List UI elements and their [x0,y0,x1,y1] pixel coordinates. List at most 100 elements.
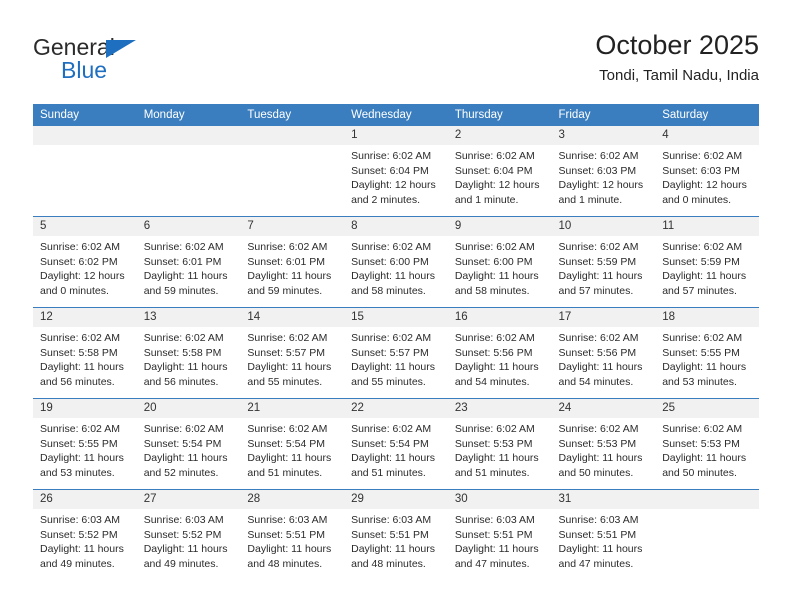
daylight-text: Daylight: 11 hours and 51 minutes. [247,452,332,479]
calendar-day-cell[interactable]: 26 Sunrise: 6:03 AM Sunset: 5:52 PM Dayligh… [33,489,137,580]
calendar-day-cell[interactable]: 25 Sunrise: 6:02 AM Sunset: 5:53 PM Dayligh… [655,398,759,490]
sunset-text: Sunset: 5:51 PM [454,528,533,541]
sunset-text: Sunset: 5:53 PM [662,437,740,450]
day-info: Sunrise: 6:02 AM Sunset: 6:03 PM Daylight:… [655,145,759,207]
calendar-day-cell[interactable]: 11 Sunrise: 6:02 AM Sunset: 5:59 PM Dayligh… [655,216,759,308]
sunrise-text: Sunrise: 6:02 AM [454,241,535,253]
calendar-day-cell[interactable]: 20 Sunrise: 6:02 AM Sunset: 5:54 PM Dayligh… [136,398,241,490]
day-number: 14 [240,308,345,327]
month-calendar: Sunday Monday Tuesday Wednesday Thursday… [33,104,759,580]
calendar-day-cell[interactable]: 3 Sunrise: 6:02 AM Sunset: 6:03 PM Daylight… [551,126,656,217]
daylight-text: Daylight: 11 hours and 59 minutes. [143,270,228,297]
day-number: 29 [344,490,448,509]
day-number [136,126,241,145]
day-number: 3 [551,126,656,145]
sunrise-text: Sunrise: 6:02 AM [247,241,328,253]
daylight-text: Daylight: 11 hours and 55 minutes. [247,361,332,388]
sunrise-text: Sunrise: 6:03 AM [143,514,224,526]
day-number: 23 [447,399,552,418]
day-number [33,126,137,145]
sunset-text: Sunset: 5:53 PM [454,437,533,450]
daylight-text: Daylight: 12 hours and 0 minutes. [662,179,747,206]
day-info: Sunrise: 6:03 AM Sunset: 5:51 PM Daylight:… [552,509,656,571]
day-info: Sunrise: 6:02 AM Sunset: 5:56 PM Daylight:… [552,327,656,389]
day-number: 21 [240,399,345,418]
daylight-text: Daylight: 11 hours and 48 minutes. [247,543,332,570]
calendar-day-cell[interactable]: 14 Sunrise: 6:02 AM Sunset: 5:57 PM Dayligh… [240,307,345,399]
day-number: 1 [344,126,448,145]
calendar-day-cell[interactable]: 18 Sunrise: 6:02 AM Sunset: 5:55 PM Dayligh… [655,307,759,399]
weekday-header-tuesday: Tuesday [240,104,345,126]
daylight-text: Daylight: 11 hours and 58 minutes. [351,270,435,297]
day-number: 20 [136,399,241,418]
calendar-day-cell[interactable]: 10 Sunrise: 6:02 AM Sunset: 5:59 PM Dayligh… [551,216,656,308]
calendar-day-cell[interactable]: 27 Sunrise: 6:03 AM Sunset: 5:52 PM Dayligh… [136,489,241,580]
calendar-day-cell[interactable]: 9 Sunrise: 6:02 AM Sunset: 6:00 PM Daylight… [447,216,552,308]
day-info: Sunrise: 6:02 AM Sunset: 6:00 PM Daylight:… [448,236,552,298]
page-title: October 2025 [595,30,759,60]
sunrise-text: Sunrise: 6:02 AM [40,332,120,344]
weekday-header-friday: Friday [551,104,656,126]
day-number: 22 [344,399,448,418]
day-info: Sunrise: 6:02 AM Sunset: 5:58 PM Daylight:… [33,327,137,389]
day-number: 19 [33,399,137,418]
day-info: Sunrise: 6:03 AM Sunset: 5:51 PM Daylight:… [448,509,552,571]
sunset-text: Sunset: 6:01 PM [143,255,222,268]
sunrise-text: Sunrise: 6:03 AM [351,514,432,526]
calendar-day-cell[interactable]: 29 Sunrise: 6:03 AM Sunset: 5:51 PM Dayligh… [344,489,448,580]
calendar-day-cell[interactable]: 12 Sunrise: 6:02 AM Sunset: 5:58 PM Dayligh… [33,307,137,399]
daylight-text: Daylight: 11 hours and 55 minutes. [351,361,435,388]
daylight-text: Daylight: 11 hours and 51 minutes. [454,452,539,479]
calendar-day-cell[interactable]: 1 Sunrise: 6:02 AM Sunset: 6:04 PM Daylight… [344,126,448,217]
sunrise-text: Sunrise: 6:02 AM [40,423,120,435]
calendar-day-cell[interactable]: 8 Sunrise: 6:02 AM Sunset: 6:00 PM Daylight… [344,216,448,308]
sunrise-text: Sunrise: 6:03 AM [247,514,328,526]
calendar-day-cell[interactable]: 7 Sunrise: 6:02 AM Sunset: 6:01 PM Daylight… [240,216,345,308]
daylight-text: Daylight: 11 hours and 56 minutes. [40,361,124,388]
calendar-day-cell[interactable]: 4 Sunrise: 6:02 AM Sunset: 6:03 PM Daylight… [655,126,759,217]
calendar-day-cell[interactable]: 6 Sunrise: 6:02 AM Sunset: 6:01 PM Daylight… [136,216,241,308]
sunset-text: Sunset: 5:55 PM [662,346,740,359]
daylight-text: Daylight: 12 hours and 2 minutes. [351,179,436,206]
calendar-day-cell[interactable]: 24 Sunrise: 6:02 AM Sunset: 5:53 PM Dayligh… [551,398,656,490]
day-info: Sunrise: 6:03 AM Sunset: 5:52 PM Daylight:… [33,509,137,571]
sunrise-text: Sunrise: 6:03 AM [558,514,639,526]
sunset-text: Sunset: 5:54 PM [143,437,222,450]
sunrise-text: Sunrise: 6:02 AM [143,241,224,253]
sunrise-text: Sunrise: 6:02 AM [662,150,743,162]
day-info: Sunrise: 6:03 AM Sunset: 5:51 PM Daylight:… [240,509,344,571]
calendar-day-cell[interactable]: 2 Sunrise: 6:02 AM Sunset: 6:04 PM Daylight… [447,126,552,217]
day-number: 6 [136,217,241,236]
calendar-day-cell[interactable]: 5 Sunrise: 6:02 AM Sunset: 6:02 PM Daylight… [33,216,137,308]
sunrise-text: Sunrise: 6:02 AM [351,150,432,162]
general-blue-logo[interactable]: General Blue [33,28,233,86]
calendar-day-cell[interactable]: 30 Sunrise: 6:03 AM Sunset: 5:51 PM Dayligh… [447,489,552,580]
daylight-text: Daylight: 11 hours and 53 minutes. [662,361,747,388]
calendar-day-cell[interactable]: 22 Sunrise: 6:02 AM Sunset: 5:54 PM Dayligh… [344,398,448,490]
sunset-text: Sunset: 5:54 PM [247,437,326,450]
calendar-day-cell[interactable]: 13 Sunrise: 6:02 AM Sunset: 5:58 PM Dayligh… [136,307,241,399]
calendar-day-cell[interactable]: 31 Sunrise: 6:03 AM Sunset: 5:51 PM Dayligh… [551,489,656,580]
calendar-day-cell[interactable]: 19 Sunrise: 6:02 AM Sunset: 5:55 PM Dayligh… [33,398,137,490]
weekday-header-saturday: Saturday [655,104,759,126]
calendar-day-cell[interactable]: 15 Sunrise: 6:02 AM Sunset: 5:57 PM Dayligh… [344,307,448,399]
daylight-text: Daylight: 11 hours and 51 minutes. [351,452,435,479]
day-info: Sunrise: 6:02 AM Sunset: 5:55 PM Daylight:… [655,327,759,389]
daylight-text: Daylight: 11 hours and 50 minutes. [558,452,643,479]
daylight-text: Daylight: 11 hours and 58 minutes. [454,270,539,297]
calendar-day-cell[interactable]: 21 Sunrise: 6:02 AM Sunset: 5:54 PM Dayligh… [240,398,345,490]
sunset-text: Sunset: 6:04 PM [351,164,429,177]
sunset-text: Sunset: 5:52 PM [143,528,222,541]
sunrise-text: Sunrise: 6:02 AM [454,423,535,435]
daylight-text: Daylight: 11 hours and 49 minutes. [143,543,228,570]
calendar-day-cell[interactable]: 28 Sunrise: 6:03 AM Sunset: 5:51 PM Dayligh… [240,489,345,580]
calendar-day-cell[interactable]: 23 Sunrise: 6:02 AM Sunset: 5:53 PM Dayligh… [447,398,552,490]
sunset-text: Sunset: 5:57 PM [351,346,429,359]
page-header: General Blue October 2025 Tondi, Tamil N… [33,28,759,90]
day-number [240,126,345,145]
calendar-day-cell[interactable]: 17 Sunrise: 6:02 AM Sunset: 5:56 PM Dayligh… [551,307,656,399]
calendar-week-row: 1 Sunrise: 6:02 AM Sunset: 6:04 PM Daylight… [33,126,759,217]
calendar-day-cell[interactable]: 16 Sunrise: 6:02 AM Sunset: 5:56 PM Dayligh… [447,307,552,399]
sunset-text: Sunset: 5:55 PM [40,437,118,450]
day-number: 27 [136,490,241,509]
